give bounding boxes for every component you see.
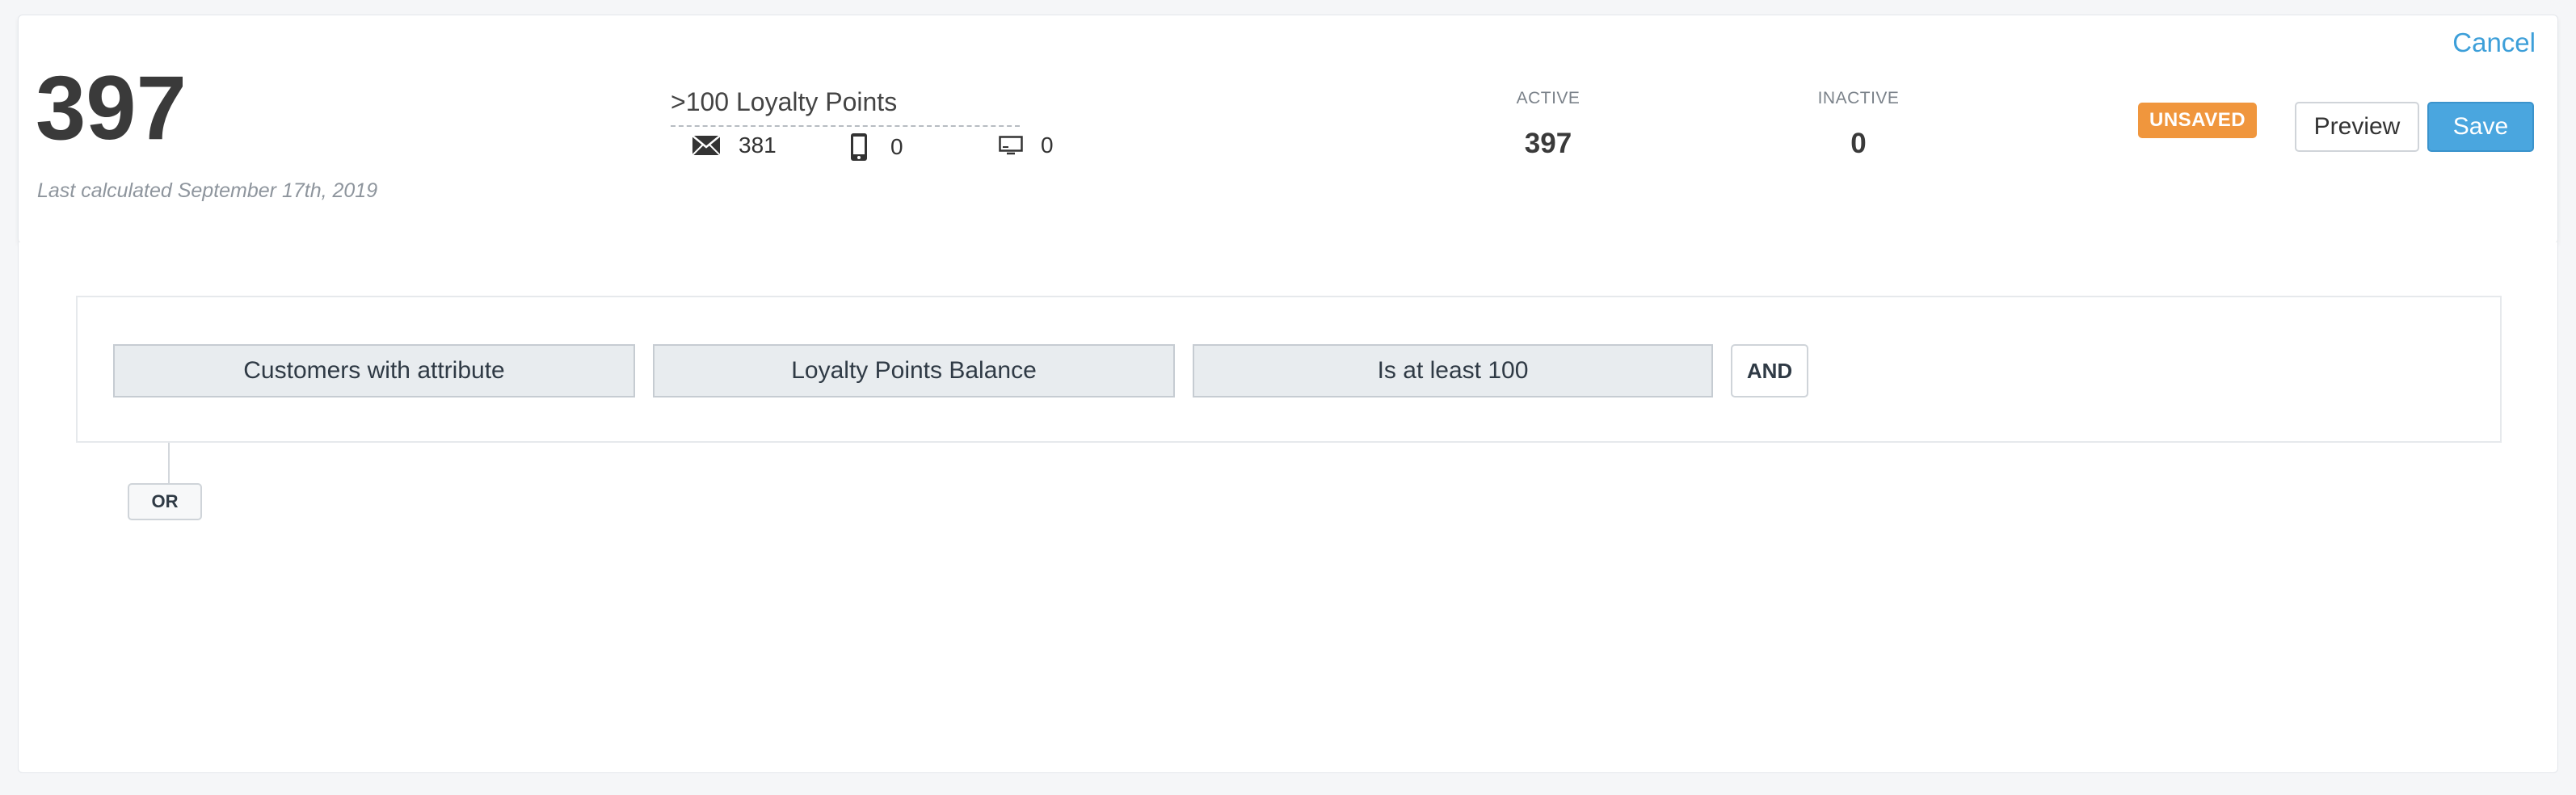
operator-select[interactable]: Is at least 100 bbox=[1193, 344, 1713, 398]
active-count: 397 bbox=[1524, 128, 1572, 159]
cancel-link[interactable]: Cancel bbox=[2452, 27, 2536, 58]
or-button[interactable]: OR bbox=[128, 483, 202, 520]
mobile-icon bbox=[850, 132, 868, 162]
status-badge: UNSAVED bbox=[2138, 103, 2258, 138]
channel-email: 381 bbox=[692, 132, 777, 158]
segment-name[interactable]: >100 Loyalty Points bbox=[671, 87, 1020, 127]
channel-web: 0 bbox=[999, 132, 1054, 158]
or-connector-line bbox=[168, 443, 170, 485]
active-label: ACTIVE bbox=[1516, 89, 1581, 107]
email-icon bbox=[692, 135, 721, 156]
mobile-count: 0 bbox=[890, 134, 903, 159]
email-count: 381 bbox=[739, 132, 777, 158]
and-button[interactable]: AND bbox=[1731, 344, 1808, 398]
last-calculated: Last calculated September 17th, 2019 bbox=[37, 179, 378, 202]
web-icon bbox=[999, 136, 1023, 155]
inactive-count: 0 bbox=[1850, 128, 1867, 159]
inactive-label: INACTIVE bbox=[1817, 89, 1900, 107]
save-button[interactable]: Save bbox=[2427, 102, 2534, 152]
channel-mobile: 0 bbox=[850, 132, 903, 162]
condition-type-select[interactable]: Customers with attribute bbox=[113, 344, 635, 398]
web-count: 0 bbox=[1041, 132, 1054, 158]
total-count: 397 bbox=[36, 57, 187, 158]
attribute-select[interactable]: Loyalty Points Balance bbox=[653, 344, 1175, 398]
preview-button[interactable]: Preview bbox=[2295, 102, 2419, 152]
